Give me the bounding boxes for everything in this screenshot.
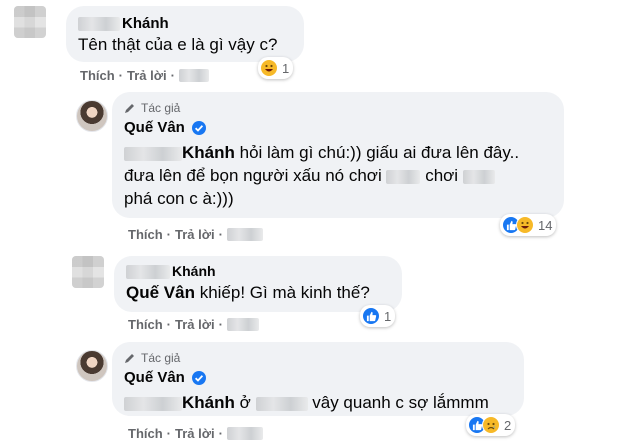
- separator-dot: ·: [166, 317, 172, 332]
- text-line: khiếp! Gì mà kinh thế?: [199, 283, 370, 302]
- separator-dot: ·: [118, 68, 124, 83]
- author-badge: Tác giả: [124, 350, 512, 366]
- comment-actions: Thích · Trả lời ·: [128, 426, 263, 441]
- author-name: Quế Vân: [124, 369, 185, 386]
- separator-dot: ·: [166, 426, 172, 441]
- haha-icon: [260, 59, 278, 77]
- text-line: đưa lên để bọn người xấu nó chơi: [124, 166, 382, 185]
- haha-icon: [516, 216, 534, 234]
- author-avatar[interactable]: [76, 100, 108, 132]
- role-label: Tác giả: [141, 101, 181, 115]
- pencil-icon: [125, 354, 134, 363]
- separator-dot: ·: [218, 426, 223, 441]
- comment-actions: Thích · Trả lời ·: [128, 227, 263, 242]
- verified-badge-icon: [191, 120, 206, 135]
- blurred-name: [124, 396, 182, 411]
- verified-badge-icon: [191, 370, 206, 385]
- separator-dot: ·: [218, 227, 223, 242]
- blurred-name: [124, 146, 182, 161]
- blurred-word: [255, 396, 308, 411]
- pencil-icon: [125, 104, 134, 113]
- blurred-timestamp: [226, 318, 259, 331]
- blurred-name: [126, 264, 170, 279]
- reply-link[interactable]: Trả lời: [127, 68, 167, 83]
- role-label: Tác giả: [141, 351, 181, 365]
- like-link[interactable]: Thích: [128, 227, 163, 242]
- text-line: hỏi làm gì chú:)) giấu ai đưa lên đây..: [239, 143, 520, 162]
- reply-link[interactable]: Trả lời: [175, 227, 215, 242]
- comment-bubble: Khánh Quế Vân khiếp! Gì mà kinh thế?: [114, 256, 402, 312]
- mention-tag[interactable]: Khánh: [182, 143, 235, 162]
- reaction-count: 1: [384, 308, 392, 324]
- comment-author[interactable]: Quế Vân: [124, 118, 552, 137]
- blurred-word: [386, 169, 421, 184]
- blurred-timestamp: [226, 228, 263, 241]
- reply-link[interactable]: Trả lời: [175, 317, 215, 332]
- blurred-timestamp: [178, 69, 209, 82]
- author-name: Quế Vân: [124, 119, 185, 136]
- blurred-timestamp: [226, 427, 263, 440]
- author-badge: Tác giả: [124, 100, 552, 116]
- separator-dot: ·: [170, 68, 175, 83]
- comment-text: Quế Vân khiếp! Gì mà kinh thế?: [126, 281, 390, 304]
- commenter-avatar[interactable]: [72, 256, 104, 288]
- comment-text: Khánh hỏi làm gì chú:)) giấu ai đưa lên …: [124, 141, 552, 164]
- comment-text-line-3: phá con c à:))): [124, 189, 234, 208]
- reaction-count: 2: [504, 417, 512, 433]
- author-name: Khánh: [172, 263, 216, 279]
- reaction-count: 14: [538, 217, 553, 233]
- separator-dot: ·: [218, 317, 223, 332]
- blurred-word: [462, 169, 495, 184]
- comment-author[interactable]: Khánh: [78, 14, 292, 33]
- separator-dot: ·: [166, 227, 172, 242]
- comment-actions: Thích · Trả lời ·: [128, 317, 259, 332]
- like-icon: [362, 307, 380, 325]
- text-line: chơi: [425, 166, 459, 185]
- reaction-summary[interactable]: 1: [258, 57, 294, 79]
- comment-bubble: Khánh Tên thật của e là gì vậy c?: [66, 6, 304, 62]
- reaction-summary[interactable]: 14: [500, 214, 557, 236]
- author-avatar[interactable]: [76, 350, 108, 382]
- mention-tag[interactable]: Khánh: [182, 393, 235, 412]
- like-link[interactable]: Thích: [128, 426, 163, 441]
- comment-text: Khánh ở vây quanh c sợ lắmmm: [124, 391, 512, 414]
- sad-icon: [482, 416, 500, 434]
- comment-author[interactable]: Khánh: [126, 262, 390, 281]
- comment-author[interactable]: Quế Vân: [124, 368, 512, 387]
- reaction-summary[interactable]: 1: [360, 305, 396, 327]
- like-link[interactable]: Thích: [128, 317, 163, 332]
- comment-bubble: Tác giả Quế Vân Khánh hỏi làm gì chú:)) …: [112, 92, 564, 218]
- text-line: ở: [239, 393, 251, 412]
- comment-text-line-2: đưa lên để bọn người xấu nó chơi chơi: [124, 164, 552, 187]
- author-name: Khánh: [122, 15, 169, 32]
- comment-actions: Thích · Trả lời ·: [80, 68, 209, 83]
- comment-bubble: Tác giả Quế Vân Khánh ở vây quanh c sợ l…: [112, 342, 524, 416]
- text-line: vây quanh c sợ lắmmm: [312, 393, 489, 412]
- mention-tag[interactable]: Quế Vân: [126, 283, 195, 302]
- blurred-name: [78, 16, 120, 31]
- reaction-summary[interactable]: 2: [466, 414, 516, 436]
- like-link[interactable]: Thích: [80, 68, 115, 83]
- comment-text: Tên thật của e là gì vậy c?: [78, 35, 278, 54]
- commenter-avatar[interactable]: [14, 6, 46, 38]
- reply-link[interactable]: Trả lời: [175, 426, 215, 441]
- reaction-count: 1: [282, 60, 290, 76]
